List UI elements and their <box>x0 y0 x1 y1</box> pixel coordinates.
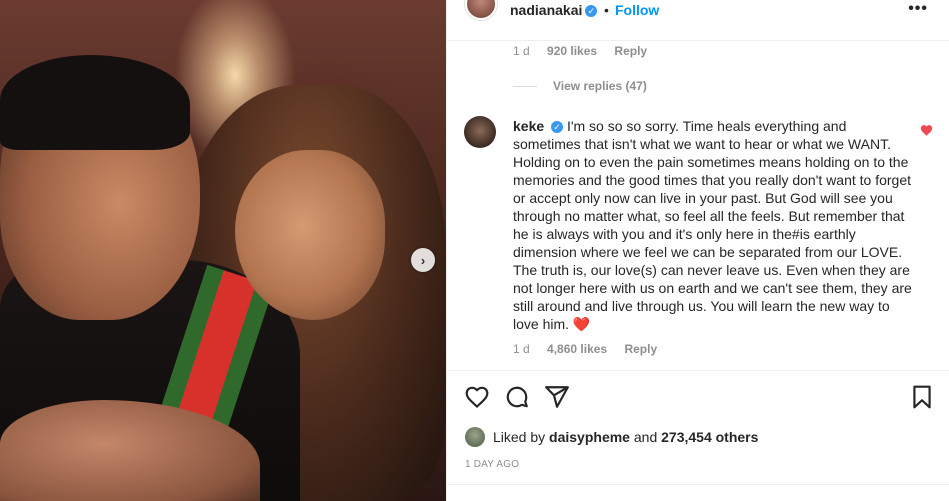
verified-icon: ✓ <box>551 121 564 134</box>
comment-likes[interactable]: 920 likes <box>547 44 597 58</box>
comment-likes[interactable]: 4,860 likes <box>547 342 607 356</box>
reply-button[interactable]: Reply <box>614 44 647 58</box>
next-photo-button[interactable]: › <box>411 248 435 272</box>
comment-age[interactable]: 1 d <box>513 44 530 58</box>
comment-icon[interactable] <box>504 384 530 410</box>
more-options-icon[interactable]: ••• <box>908 0 928 18</box>
bookmark-icon[interactable] <box>909 384 935 410</box>
commenter-avatar[interactable] <box>464 116 496 148</box>
likes-count[interactable]: 273,454 others <box>661 429 758 445</box>
liked-by-label: Liked by <box>493 429 546 445</box>
previous-comment-meta: 1 d 920 likes Reply <box>513 44 661 58</box>
post-photo: › <box>0 0 446 501</box>
heart-emoji: ❤️ <box>572 316 591 332</box>
verified-icon: ✓ <box>585 5 598 18</box>
follow-button[interactable]: Follow <box>615 2 659 18</box>
divider <box>447 484 949 485</box>
divider <box>447 370 949 371</box>
post-panel: nadianakai ✓ • Follow ••• 1 d 920 likes R… <box>446 0 949 501</box>
reply-button[interactable]: Reply <box>624 342 657 356</box>
view-replies-label[interactable]: View replies (47) <box>553 79 647 93</box>
author-avatar[interactable] <box>465 0 497 20</box>
author-username[interactable]: nadianakai ✓ <box>510 2 598 18</box>
comment-body: keke ✓ I'm so so so sorry. Time heals ev… <box>513 117 913 333</box>
like-comment-heart-icon[interactable] <box>920 124 934 138</box>
post-header: nadianakai ✓ • Follow ••• <box>447 0 949 20</box>
liker-username[interactable]: daisypheme <box>549 429 630 445</box>
heart-icon[interactable] <box>464 384 490 410</box>
photo-hair-left <box>0 55 190 150</box>
liker-avatar[interactable] <box>465 427 485 447</box>
chevron-right-icon: › <box>420 252 426 268</box>
view-replies-button[interactable]: View replies (47) <box>513 79 647 93</box>
comment-text: I'm so so so sorry. Time heals everythin… <box>513 118 912 332</box>
divider <box>447 40 949 41</box>
share-icon[interactable] <box>544 384 570 410</box>
likes-and-label: and <box>633 429 658 445</box>
likes-summary: Liked by daisypheme and 273,454 others <box>465 427 758 447</box>
comment-age[interactable]: 1 d <box>513 342 530 356</box>
replies-line <box>513 85 537 87</box>
comment-meta: 1 d 4,860 likes Reply <box>513 342 671 356</box>
author-username-text[interactable]: nadianakai <box>510 2 582 18</box>
commenter-username[interactable]: keke <box>513 118 544 134</box>
separator-dot: • <box>604 2 609 18</box>
post-timestamp[interactable]: 1 DAY AGO <box>465 459 519 470</box>
